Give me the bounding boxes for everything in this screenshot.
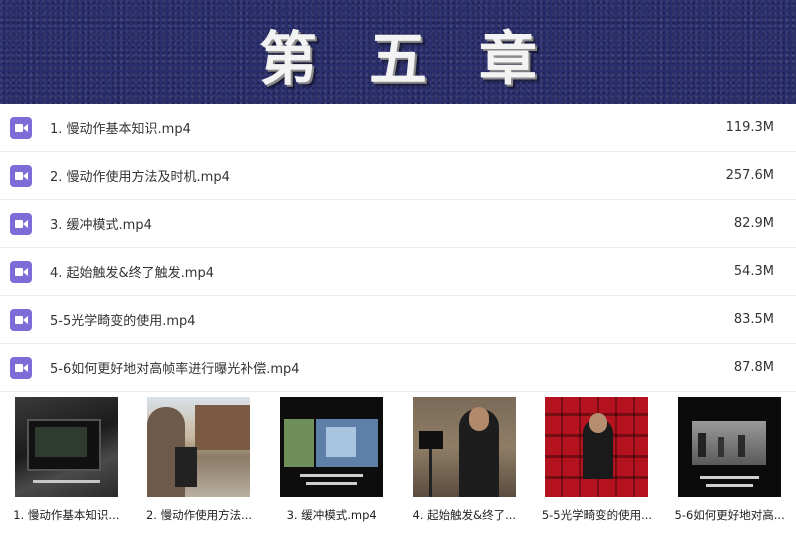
file-size: 119.3M [725,120,774,135]
file-row[interactable]: 5-5光学畸变的使用.mp4 83.5M [0,296,796,344]
thumbnail-image [412,397,516,497]
thumbnail-caption: 2. 慢动作使用方法... [145,508,253,522]
thumbnail-caption: 4. 起始触发&终了... [412,508,517,522]
file-size: 87.8M [733,360,774,375]
file-size: 54.3M [733,264,774,279]
chapter-banner: 第五章 [0,0,796,107]
file-size: 83.5M [733,312,774,327]
video-thumbnail[interactable]: 4. 起始触发&终了... [400,397,528,547]
thumbnail-caption: 1. 慢动作基本知识... [13,508,120,522]
file-name: 5-5光学畸变的使用.mp4 [50,314,196,329]
thumbnail-image [280,397,384,497]
file-name: 1. 慢动作基本知识.mp4 [50,122,191,137]
thumbnail-caption: 3. 缓冲模式.mp4 [286,508,377,522]
file-row[interactable]: 1. 慢动作基本知识.mp4 119.3M [0,104,796,152]
file-row[interactable]: 4. 起始触发&终了触发.mp4 54.3M [0,248,796,296]
video-thumbnail[interactable]: 1. 慢动作基本知识... [2,397,130,547]
thumbnail-caption: 5-5光学畸变的使用... [541,508,653,522]
video-file-icon [10,356,32,379]
file-size: 82.9M [733,216,774,231]
file-row[interactable]: 5-6如何更好地对高帧率进行曝光补偿.mp4 87.8M [0,344,796,392]
video-thumbnail[interactable]: 5-5光学畸变的使用... [533,397,661,547]
file-size: 257.6M [725,168,774,183]
file-name: 2. 慢动作使用方法及时机.mp4 [50,170,230,185]
video-file-icon [10,212,32,235]
video-file-icon [10,260,32,283]
file-row[interactable]: 2. 慢动作使用方法及时机.mp4 257.6M [0,152,796,200]
video-file-icon [10,308,32,331]
video-file-icon [10,164,32,187]
file-name: 4. 起始触发&终了触发.mp4 [50,266,214,281]
thumbnail-strip: 1. 慢动作基本知识... 2. 慢动作使用方法... 3. 缓冲模式.mp4 … [0,397,796,547]
video-thumbnail[interactable]: 2. 慢动作使用方法... [135,397,263,547]
video-file-icon [10,116,32,139]
chapter-title: 第五章 [258,24,589,93]
file-row[interactable]: 3. 缓冲模式.mp4 82.9M [0,200,796,248]
file-name: 3. 缓冲模式.mp4 [50,218,152,233]
thumbnail-image [14,397,118,497]
video-thumbnail[interactable]: 5-6如何更好地对高... [666,397,794,547]
file-list: 1. 慢动作基本知识.mp4 119.3M 2. 慢动作使用方法及时机.mp4 … [0,104,796,392]
thumbnail-caption: 5-6如何更好地对高... [674,508,785,522]
thumbnail-image [678,397,782,497]
thumbnail-image [147,397,251,497]
video-thumbnail[interactable]: 3. 缓冲模式.mp4 [268,397,396,547]
file-name: 5-6如何更好地对高帧率进行曝光补偿.mp4 [50,362,300,377]
thumbnail-image [545,397,649,497]
